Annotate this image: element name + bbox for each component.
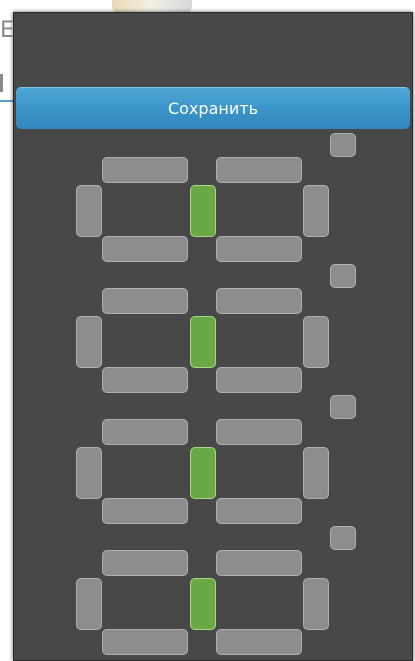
digit-3-segment-top-right[interactable] — [216, 419, 302, 445]
digit-2-segment-right[interactable] — [303, 316, 329, 368]
digit-4-segment-top-left[interactable] — [102, 550, 188, 576]
digit-3-segment-bottom-right[interactable] — [216, 498, 302, 524]
digit-2-segment-top-left[interactable] — [102, 288, 188, 314]
digit-editor-2 — [14, 262, 412, 393]
digit-3-segment-top-left[interactable] — [102, 419, 188, 445]
digit-3-segment-left[interactable] — [76, 447, 102, 499]
digit-4-dot-toggle[interactable] — [330, 526, 356, 550]
digit-4-segment-left[interactable] — [76, 578, 102, 630]
digit-3-dot-toggle[interactable] — [330, 395, 356, 419]
digit-3-segment-middle-vertical[interactable] — [190, 447, 216, 499]
digit-1-dot-toggle[interactable] — [330, 133, 356, 157]
digit-3-segment-right[interactable] — [303, 447, 329, 499]
digit-4-segment-middle-vertical[interactable] — [190, 578, 216, 630]
screen: E Сохранить — [0, 0, 415, 661]
digit-2-segment-middle-vertical[interactable] — [190, 316, 216, 368]
digit-1-segment-middle-vertical[interactable] — [190, 185, 216, 237]
digit-1-segment-bottom-left[interactable] — [102, 236, 188, 262]
digit-editor-4 — [14, 524, 412, 655]
digit-2-segment-left[interactable] — [76, 316, 102, 368]
digit-2-dot-toggle[interactable] — [330, 264, 356, 288]
digit-2-segment-bottom-left[interactable] — [102, 367, 188, 393]
segment-editor-dialog: Сохранить — [13, 12, 413, 661]
digit-3-segment-bottom-left[interactable] — [102, 498, 188, 524]
digit-1-segment-bottom-right[interactable] — [216, 236, 302, 262]
digit-4-segment-right[interactable] — [303, 578, 329, 630]
digit-1-segment-top-right[interactable] — [216, 157, 302, 183]
digit-editor-1 — [14, 131, 412, 262]
digit-4-segment-bottom-left[interactable] — [102, 629, 188, 655]
digit-4-segment-bottom-right[interactable] — [216, 629, 302, 655]
digit-4-segment-top-right[interactable] — [216, 550, 302, 576]
digit-2-segment-top-right[interactable] — [216, 288, 302, 314]
digit-1-segment-top-left[interactable] — [102, 157, 188, 183]
digit-1-segment-left[interactable] — [76, 185, 102, 237]
digit-editor-3 — [14, 393, 412, 524]
background-app-accent-line — [0, 100, 14, 102]
save-button[interactable]: Сохранить — [16, 87, 410, 129]
digit-2-segment-bottom-right[interactable] — [216, 367, 302, 393]
background-app-divider — [0, 74, 3, 92]
background-app-title: E — [0, 18, 14, 43]
digit-1-segment-right[interactable] — [303, 185, 329, 237]
